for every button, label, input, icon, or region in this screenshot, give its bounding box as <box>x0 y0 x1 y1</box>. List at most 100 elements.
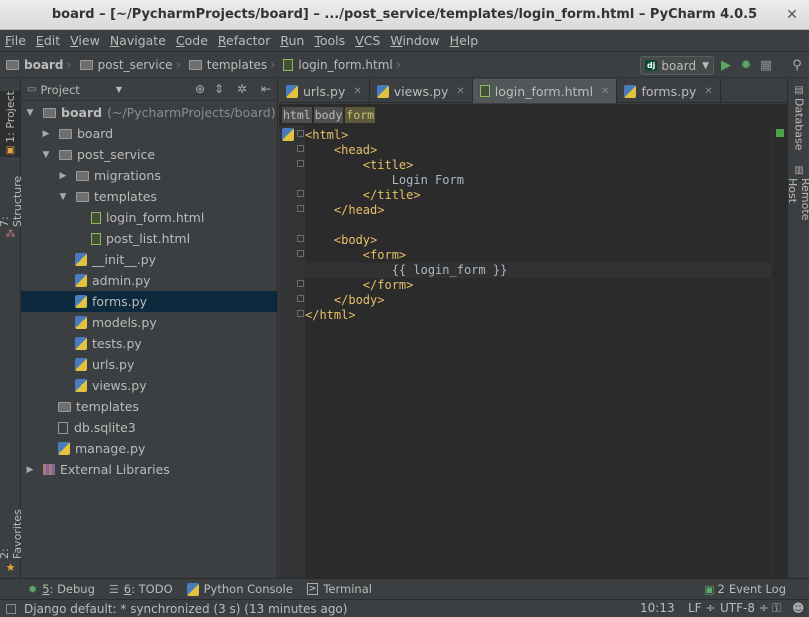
code-line[interactable]: <form> <box>305 248 771 263</box>
code-line[interactable]: Login Form <box>305 173 771 188</box>
code-line[interactable]: <body> <box>305 233 771 248</box>
close-icon[interactable]: ✕ <box>456 86 464 97</box>
breadcrumb-board[interactable]: board › <box>6 58 76 73</box>
collapse-all-icon[interactable]: ⇕ <box>214 82 224 96</box>
code-line[interactable]: </head> <box>305 203 771 218</box>
editor-scrollbar[interactable] <box>771 126 787 578</box>
tab-remote-host[interactable]: ▥ Remote Host <box>786 165 809 245</box>
tree-item-post-service[interactable]: ▼ post_service <box>21 144 277 165</box>
toggle-tool-windows-icon[interactable] <box>6 603 16 614</box>
tree-item-admin[interactable]: admin.py <box>21 270 277 291</box>
python-file-icon[interactable] <box>282 128 294 141</box>
tree-item-board[interactable]: ▶ board <box>21 123 277 144</box>
tab-database[interactable]: ▤ Database <box>788 85 809 155</box>
debug-icon[interactable]: ✹ <box>738 58 754 74</box>
code-line-current[interactable]: {{ login_form }} <box>305 263 771 278</box>
menu-tools[interactable]: Tools <box>313 33 346 48</box>
fold-marker-icon[interactable] <box>297 250 304 257</box>
tree-item-db[interactable]: db.sqlite3 <box>21 417 277 438</box>
menu-window[interactable]: Window <box>389 33 440 48</box>
inspector-icon[interactable]: ☻ <box>792 601 805 615</box>
run-configuration-select[interactable]: dj board ▼ <box>639 56 714 75</box>
tool-python-console[interactable]: Python Console <box>186 582 293 596</box>
run-icon[interactable]: ▶ <box>718 58 734 74</box>
search-icon[interactable]: ⚲ <box>789 58 805 74</box>
tab-project[interactable]: 1: Project ▣ <box>0 91 21 157</box>
tree-item-init[interactable]: __init__.py <box>21 249 277 270</box>
coverage-icon[interactable]: ▦ <box>758 58 774 74</box>
tab-login-form-html[interactable]: login_form.html ✕ <box>472 79 618 103</box>
code-line[interactable]: <head> <box>305 143 771 158</box>
fold-marker-icon[interactable] <box>297 190 304 197</box>
tab-urls-py[interactable]: urls.py ✕ <box>279 79 370 103</box>
tree-root[interactable]: ▼ board (~/PycharmProjects/board) <box>21 102 277 123</box>
tree-item-login-form[interactable]: login_form.html <box>21 207 277 228</box>
code-line[interactable]: <title> <box>305 158 771 173</box>
breadcrumb-post-service[interactable]: post_service › <box>79 58 185 73</box>
code-line[interactable]: </body> <box>305 293 771 308</box>
code-line[interactable]: </html> <box>305 308 771 323</box>
editor-crumb-form[interactable]: form <box>345 107 376 123</box>
fold-marker-icon[interactable] <box>297 310 304 317</box>
fold-marker-icon[interactable] <box>297 205 304 212</box>
menu-edit[interactable]: Edit <box>35 33 61 48</box>
breadcrumb-templates[interactable]: templates › <box>188 58 280 73</box>
fold-marker-icon[interactable] <box>297 145 304 152</box>
file-encoding[interactable]: UTF-8 ÷ <box>720 601 769 615</box>
chevron-down-icon[interactable]: ▼ <box>116 85 122 94</box>
caret-position[interactable]: 10:13 <box>640 601 675 615</box>
tree-item-urls[interactable]: urls.py <box>21 354 277 375</box>
tree-item-post-list[interactable]: post_list.html <box>21 228 277 249</box>
menu-file[interactable]: File <box>4 33 27 48</box>
fold-marker-icon[interactable] <box>297 280 304 287</box>
tab-views-py[interactable]: views.py ✕ <box>370 79 473 103</box>
code-line[interactable]: </title> <box>305 188 771 203</box>
library-icon <box>43 464 55 475</box>
editor-crumb-html[interactable]: html <box>282 107 312 123</box>
menu-help[interactable]: Help <box>449 33 480 48</box>
tree-item-manage[interactable]: manage.py <box>21 438 277 459</box>
tree-item-migrations[interactable]: ▶ migrations <box>21 165 277 186</box>
tree-item-models[interactable]: models.py <box>21 312 277 333</box>
line-separator[interactable]: LF ÷ <box>688 601 715 615</box>
menu-navigate[interactable]: Navigate <box>109 33 167 48</box>
menu-run[interactable]: Run <box>279 33 305 48</box>
fold-marker-icon[interactable] <box>297 235 304 242</box>
fold-marker-icon[interactable] <box>297 130 304 137</box>
hide-icon[interactable]: ⇤ <box>261 82 271 96</box>
menu-vcs[interactable]: VCS <box>354 33 381 48</box>
close-icon[interactable]: ✕ <box>704 86 712 97</box>
tree-item-forms[interactable]: forms.py <box>21 291 277 312</box>
close-icon[interactable]: ✕ <box>783 6 801 24</box>
code-line[interactable]: <html> <box>305 128 771 143</box>
project-view-label[interactable]: Project <box>40 83 79 97</box>
event-log[interactable]: ▣ 2 Event Log <box>704 582 786 596</box>
gear-icon[interactable]: ✲ <box>237 82 247 96</box>
tool-todo[interactable]: ☰ 6: TODO <box>109 582 173 596</box>
lock-icon[interactable]: ⚿ <box>772 601 781 616</box>
tree-item-templates-root[interactable]: templates <box>21 396 277 417</box>
sync-icon[interactable]: ⊕ <box>195 82 205 96</box>
tree-item-templates-inner[interactable]: ▼ templates <box>21 186 277 207</box>
code-line[interactable]: </form> <box>305 278 771 293</box>
code-line[interactable] <box>305 218 771 233</box>
tab-structure[interactable]: 7: Structure ⁂ <box>0 174 24 240</box>
code-editor[interactable]: <html> <head> <title> Login Form </title… <box>305 126 771 578</box>
tree-item-label: forms.py <box>92 294 147 309</box>
breadcrumb-login-form[interactable]: login_form.html › <box>283 58 405 73</box>
tree-item-external-libraries[interactable]: ▶ External Libraries <box>21 459 277 480</box>
tab-favorites[interactable]: 2: Favorites ★ <box>0 504 24 574</box>
tree-item-tests[interactable]: tests.py <box>21 333 277 354</box>
menu-view[interactable]: View <box>69 33 101 48</box>
editor-crumb-body[interactable]: body <box>313 107 344 123</box>
tree-item-views[interactable]: views.py <box>21 375 277 396</box>
tool-terminal[interactable]: > Terminal <box>306 582 372 596</box>
fold-marker-icon[interactable] <box>297 295 304 302</box>
fold-marker-icon[interactable] <box>297 160 304 167</box>
menu-refactor[interactable]: Refactor <box>217 33 271 48</box>
tab-forms-py[interactable]: forms.py ✕ <box>617 79 721 103</box>
close-icon[interactable]: ✕ <box>601 86 609 97</box>
close-icon[interactable]: ✕ <box>353 86 361 97</box>
menu-code[interactable]: Code <box>175 33 209 48</box>
tool-debug[interactable]: ✹ 5: Debug <box>28 582 95 596</box>
